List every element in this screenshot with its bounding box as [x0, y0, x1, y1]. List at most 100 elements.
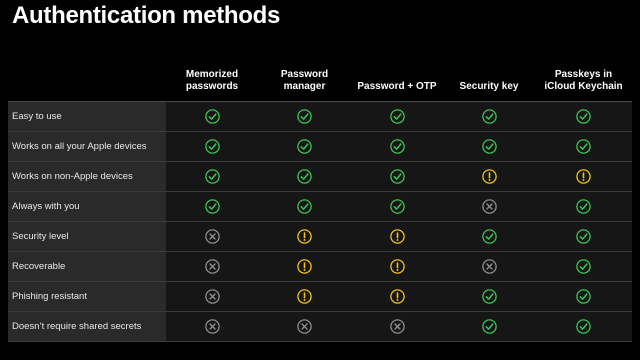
checkmark-circle-icon — [297, 139, 312, 154]
exclamation-circle-icon — [389, 259, 405, 274]
checkmark-circle-icon — [297, 199, 312, 214]
checkmark-circle-icon — [481, 289, 497, 304]
table-cell — [166, 251, 258, 282]
header-corner — [8, 56, 166, 102]
table-cell — [443, 101, 535, 132]
checkmark-circle-icon — [204, 199, 220, 214]
checkmark-circle-icon — [576, 109, 591, 124]
x-circle-icon — [204, 289, 220, 304]
exclamation-circle-icon — [297, 289, 312, 304]
x-circle-icon — [481, 259, 497, 274]
table-cell — [443, 311, 535, 342]
exclamation-circle-icon — [297, 259, 312, 274]
table-cell — [166, 221, 258, 252]
row-label: Phishing resistant — [8, 281, 166, 312]
row-label: Works on all your Apple devices — [8, 131, 166, 162]
checkmark-circle-icon — [576, 199, 591, 214]
checkmark-circle-icon — [576, 259, 591, 274]
table-cell — [351, 131, 443, 162]
table-cell — [443, 281, 535, 312]
row-label: Doesn’t require shared secrets — [8, 311, 166, 342]
x-circle-icon — [481, 199, 497, 214]
exclamation-circle-icon — [389, 229, 405, 244]
comparison-table: Memorized passwords Password manager Pas… — [8, 56, 632, 342]
table-cell — [166, 161, 258, 192]
x-circle-icon — [389, 319, 405, 334]
table-cell — [351, 221, 443, 252]
row-label: Easy to use — [8, 101, 166, 132]
table-row: Works on non-Apple devices — [8, 161, 632, 192]
column-header-line: Password + OTP — [357, 81, 437, 92]
checkmark-circle-icon — [481, 139, 497, 154]
exclamation-circle-icon — [576, 169, 591, 184]
x-circle-icon — [204, 259, 220, 274]
row-label: Works on non-Apple devices — [8, 161, 166, 192]
x-circle-icon — [204, 319, 220, 334]
table-body: Easy to use Works on all your Apple devic… — [8, 101, 632, 342]
table-cell — [258, 311, 351, 342]
table-cell — [535, 251, 632, 282]
table-cell — [166, 191, 258, 222]
checkmark-circle-icon — [576, 319, 591, 334]
checkmark-circle-icon — [576, 229, 591, 244]
table-cell — [351, 251, 443, 282]
table-cell — [351, 191, 443, 222]
checkmark-circle-icon — [389, 139, 405, 154]
row-label: Security level — [8, 221, 166, 252]
column-header-line: iCloud Keychain — [544, 81, 623, 92]
exclamation-circle-icon — [481, 169, 497, 184]
table-row: Always with you — [8, 191, 632, 222]
checkmark-circle-icon — [576, 289, 591, 304]
row-label: Always with you — [8, 191, 166, 222]
column-header-line: Memorized — [185, 69, 239, 80]
table-cell — [535, 101, 632, 132]
column-header-line: Password manager — [280, 69, 329, 92]
table-cell — [535, 161, 632, 192]
column-header-password-manager: Password manager — [258, 56, 351, 102]
column-header-line: Security key — [459, 81, 519, 92]
table-cell — [258, 221, 351, 252]
table-row: Recoverable — [8, 251, 632, 282]
checkmark-circle-icon — [576, 139, 591, 154]
table-cell — [166, 101, 258, 132]
exclamation-circle-icon — [389, 289, 405, 304]
table-cell — [166, 311, 258, 342]
checkmark-circle-icon — [204, 139, 220, 154]
column-header-line: Passkeys in — [554, 69, 613, 80]
checkmark-circle-icon — [481, 319, 497, 334]
table-cell — [443, 161, 535, 192]
table-cell — [258, 191, 351, 222]
column-header-memorized-passwords: Memorized passwords — [166, 56, 258, 102]
table-cell — [535, 221, 632, 252]
table-cell — [258, 251, 351, 282]
checkmark-circle-icon — [204, 109, 220, 124]
table-cell — [443, 221, 535, 252]
table-cell — [166, 131, 258, 162]
checkmark-circle-icon — [389, 169, 405, 184]
checkmark-circle-icon — [389, 199, 405, 214]
table-row: Security level — [8, 221, 632, 252]
slide-title: Authentication methods — [12, 2, 281, 29]
table-cell — [443, 251, 535, 282]
x-circle-icon — [297, 319, 312, 334]
table-cell — [258, 101, 351, 132]
checkmark-circle-icon — [204, 169, 220, 184]
table-row: Doesn’t require shared secrets — [8, 311, 632, 342]
table-cell — [351, 311, 443, 342]
row-label: Recoverable — [8, 251, 166, 282]
x-circle-icon — [204, 229, 220, 244]
table-cell — [258, 281, 351, 312]
header-row: Memorized passwords Password manager Pas… — [8, 56, 632, 102]
exclamation-circle-icon — [297, 229, 312, 244]
table-cell — [258, 161, 351, 192]
table-row: Easy to use — [8, 101, 632, 132]
column-header-line: passwords — [185, 81, 239, 92]
table-cell — [535, 191, 632, 222]
table-cell — [535, 281, 632, 312]
column-header-security-key: Security key — [443, 56, 535, 102]
checkmark-circle-icon — [481, 109, 497, 124]
table-cell — [258, 131, 351, 162]
table-cell — [535, 311, 632, 342]
table-cell — [351, 101, 443, 132]
table-cell — [351, 161, 443, 192]
